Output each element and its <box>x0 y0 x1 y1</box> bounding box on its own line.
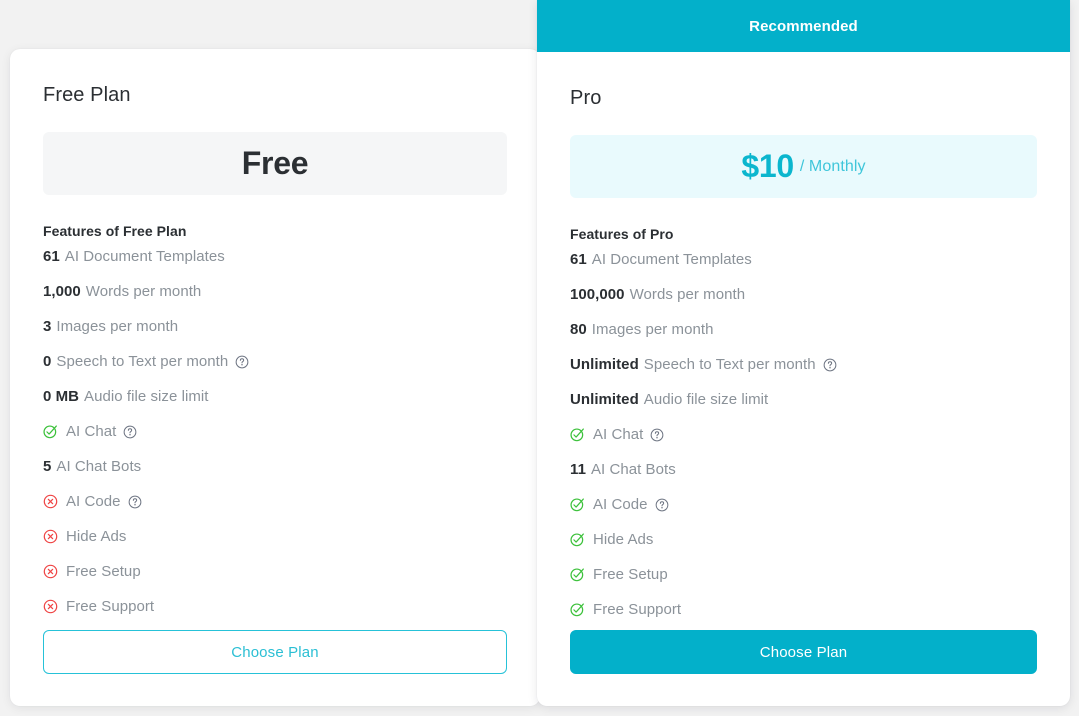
choose-plan-button-free[interactable]: Choose Plan <box>43 630 507 674</box>
check-circle-icon <box>43 424 58 439</box>
feature-row: 0 MB Audio file size limit <box>43 379 507 414</box>
feature-row: AI Code <box>43 484 507 519</box>
feature-label: Words per month <box>629 286 746 303</box>
plan-card-pro-body: Pro $10 / Monthly Features of Pro 61 AI D… <box>537 52 1070 627</box>
recommended-badge-pro: Recommended <box>537 0 1070 52</box>
question-circle-icon[interactable] <box>655 498 669 512</box>
question-circle-icon[interactable] <box>650 428 664 442</box>
check-circle-icon <box>570 567 585 582</box>
feature-label: Free Support <box>593 601 682 618</box>
choose-plan-wrap-pro: Choose Plan <box>537 630 1070 674</box>
feature-value: 11 <box>570 461 586 478</box>
feature-row: Hide Ads <box>43 519 507 554</box>
feature-value: 3 <box>43 318 52 335</box>
pricing-plans-container: Free Plan Free Features of Free Plan 61 A… <box>0 0 1079 716</box>
feature-value: 0 MB <box>43 388 80 405</box>
feature-label: AI Document Templates <box>591 251 752 268</box>
x-circle-icon <box>43 599 58 614</box>
feature-label: Words per month <box>85 283 202 300</box>
feature-row: Free Support <box>570 592 1037 627</box>
plan-card-free: Free Plan Free Features of Free Plan 61 A… <box>10 49 540 706</box>
feature-value: 5 <box>43 458 52 475</box>
feature-value: 61 <box>43 248 60 265</box>
plan-card-free-body: Free Plan Free Features of Free Plan 61 A… <box>10 49 540 624</box>
feature-value: Unlimited <box>570 391 639 408</box>
feature-label: AI Chat <box>593 426 644 443</box>
feature-row: Unlimited Speech to Text per month <box>570 347 1037 382</box>
x-circle-icon <box>43 529 58 544</box>
question-circle-icon[interactable] <box>235 355 249 369</box>
choose-plan-wrap-free: Choose Plan <box>10 630 540 674</box>
features-heading-pro: Features of Pro <box>570 226 674 242</box>
feature-row: Hide Ads <box>570 522 1037 557</box>
feature-row: 61 AI Document Templates <box>570 242 1037 277</box>
feature-label: Free Support <box>66 598 155 615</box>
feature-row: AI Chat <box>570 417 1037 452</box>
feature-row: 1,000 Words per month <box>43 274 507 309</box>
feature-label: Free Setup <box>593 566 668 583</box>
feature-row: Free Setup <box>570 557 1037 592</box>
feature-row: Free Support <box>43 589 507 624</box>
feature-label: AI Chat <box>66 423 117 440</box>
check-circle-icon <box>570 427 585 442</box>
plan-name-pro: Pro <box>570 87 602 109</box>
price-amount-pro: $10 <box>741 148 794 184</box>
feature-label: Audio file size limit <box>643 391 769 408</box>
feature-row: 61 AI Document Templates <box>43 239 507 274</box>
features-heading-free: Features of Free Plan <box>43 223 187 239</box>
question-circle-icon[interactable] <box>128 495 142 509</box>
feature-row: 100,000 Words per month <box>570 277 1037 312</box>
feature-label: AI Chat Bots <box>56 458 142 475</box>
choose-plan-button-pro[interactable]: Choose Plan <box>570 630 1037 674</box>
features-list-free: 61 AI Document Templates 1,000 Words per mo… <box>43 239 507 624</box>
feature-label: Hide Ads <box>66 528 127 545</box>
question-circle-icon[interactable] <box>123 425 137 439</box>
check-circle-icon <box>570 602 585 617</box>
x-circle-icon <box>43 494 58 509</box>
feature-row: 80 Images per month <box>570 312 1037 347</box>
feature-row: 5 AI Chat Bots <box>43 449 507 484</box>
feature-label: Images per month <box>56 318 179 335</box>
check-circle-icon <box>570 497 585 512</box>
feature-value: 100,000 <box>570 286 625 303</box>
feature-row: Unlimited Audio file size limit <box>570 382 1037 417</box>
feature-value: 0 <box>43 353 52 370</box>
question-circle-icon[interactable] <box>823 358 837 372</box>
feature-label: Audio file size limit <box>84 388 209 405</box>
feature-row: Free Setup <box>43 554 507 589</box>
feature-value: 80 <box>570 321 587 338</box>
feature-label: Speech to Text per month <box>56 353 229 370</box>
feature-row: 3 Images per month <box>43 309 507 344</box>
x-circle-icon <box>43 564 58 579</box>
price-box-free: Free <box>43 132 507 195</box>
feature-label: Hide Ads <box>593 531 654 548</box>
feature-row: 11 AI Chat Bots <box>570 452 1037 487</box>
feature-row: AI Code <box>570 487 1037 522</box>
feature-row: AI Chat <box>43 414 507 449</box>
feature-label: AI Document Templates <box>64 248 225 265</box>
feature-label: AI Code <box>593 496 648 513</box>
feature-row: 0 Speech to Text per month <box>43 344 507 379</box>
feature-value: 61 <box>570 251 587 268</box>
plan-card-pro: Recommended Pro $10 / Monthly Features o… <box>537 0 1070 706</box>
feature-value: Unlimited <box>570 356 639 373</box>
feature-label: AI Code <box>66 493 121 510</box>
plan-name-free: Free Plan <box>43 84 131 106</box>
feature-label: Speech to Text per month <box>643 356 816 373</box>
feature-label: AI Chat Bots <box>590 461 676 478</box>
features-list-pro: 61 AI Document Templates 100,000 Words per … <box>570 242 1037 627</box>
feature-value: 1,000 <box>43 283 81 300</box>
check-circle-icon <box>570 532 585 547</box>
price-period-pro: / Monthly <box>799 157 866 175</box>
price-box-pro: $10 / Monthly <box>570 135 1037 198</box>
feature-label: Images per month <box>591 321 714 338</box>
feature-label: Free Setup <box>66 563 141 580</box>
price-amount-free: Free <box>241 145 309 181</box>
